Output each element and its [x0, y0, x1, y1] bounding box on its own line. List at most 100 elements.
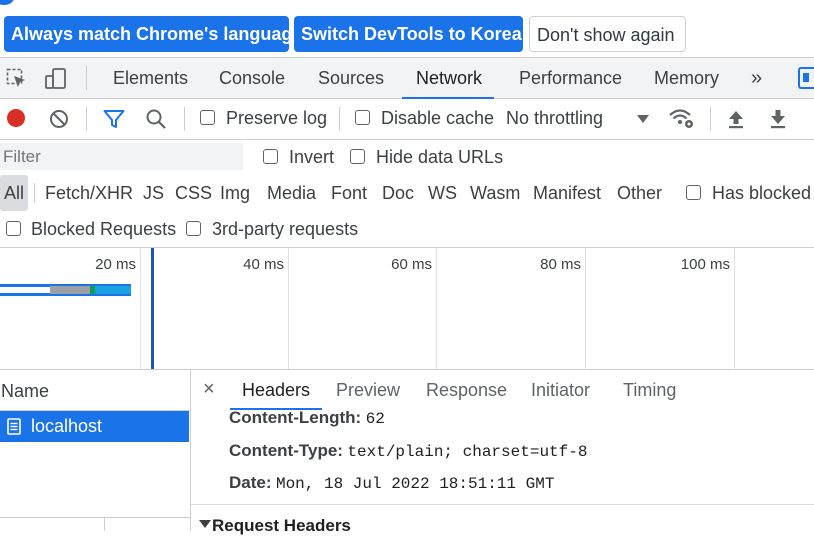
- section-divider: [191, 504, 814, 505]
- type-filter-doc[interactable]: Doc: [382, 175, 414, 211]
- time-tick-label: 20 ms: [95, 256, 136, 273]
- detail-tab-bar: × Headers Preview Response Initiator Tim…: [191, 370, 814, 410]
- tab-divider: [86, 66, 87, 90]
- throttling-select[interactable]: No throttling: [506, 108, 603, 129]
- preserve-log-label: Preserve log: [226, 108, 328, 128]
- hide-data-urls-checkbox[interactable]: [350, 149, 365, 164]
- toolbar-divider: [184, 107, 185, 131]
- info-icon: [0, 0, 14, 5]
- header-value: text/plain; charset=utf-8: [347, 443, 588, 461]
- time-tick-label: 100 ms: [680, 256, 730, 273]
- waterfall-bar: [0, 284, 131, 296]
- third-party-requests-label: 3rd-party requests: [212, 219, 359, 239]
- tab-preview[interactable]: Preview: [336, 370, 400, 410]
- always-match-language-button[interactable]: Always match Chrome's language: [4, 16, 302, 52]
- header-name: Content-Type:: [229, 441, 343, 460]
- status-divider: [0, 517, 190, 518]
- invert-checkbox[interactable]: [263, 149, 278, 164]
- device-toolbar-icon[interactable]: [44, 67, 68, 91]
- dont-show-again-button[interactable]: Don't show again: [529, 16, 686, 52]
- tab-console[interactable]: Console: [219, 58, 285, 98]
- tab-response[interactable]: Response: [426, 370, 507, 410]
- request-headers-section-title[interactable]: Request Headers: [212, 516, 351, 536]
- header-value: Mon, 18 Jul 2022 18:51:11 GMT: [275, 475, 555, 493]
- resource-type-filters: All Fetch/XHR JS CSS Img Media Font Doc …: [0, 175, 814, 211]
- issues-badge-icon[interactable]: [798, 67, 814, 89]
- grid-line: [436, 248, 437, 369]
- type-filter-ws[interactable]: WS: [428, 175, 457, 211]
- toolbar-divider: [339, 107, 340, 131]
- invert-label: Invert: [289, 147, 335, 167]
- document-icon: [7, 418, 21, 435]
- upload-icon[interactable]: [726, 108, 746, 130]
- dom-content-loaded-marker: [151, 248, 154, 369]
- type-filter-font[interactable]: Font: [331, 175, 367, 211]
- blocked-requests-checkbox[interactable]: [6, 221, 21, 236]
- clear-icon[interactable]: [49, 109, 69, 129]
- header-row: Content-Length: 62: [229, 408, 385, 428]
- tab-initiator[interactable]: Initiator: [531, 370, 590, 410]
- search-icon[interactable]: [145, 108, 167, 130]
- type-filter-css[interactable]: CSS: [175, 175, 212, 211]
- header-name: Date:: [229, 473, 272, 492]
- name-column-header[interactable]: Name: [0, 370, 190, 411]
- grid-line: [734, 248, 735, 369]
- filter-icon[interactable]: [103, 109, 125, 129]
- record-icon[interactable]: [7, 109, 25, 127]
- network-conditions-icon[interactable]: [668, 107, 696, 131]
- name-column-label: Name: [1, 381, 50, 401]
- blocked-requests-label: Blocked Requests: [31, 219, 177, 239]
- tab-network[interactable]: Network: [401, 58, 495, 99]
- status-divider: [104, 518, 105, 531]
- has-blocked-cookies-checkbox[interactable]: [686, 185, 701, 200]
- tab-performance[interactable]: Performance: [519, 58, 622, 98]
- close-icon[interactable]: ×: [203, 378, 215, 401]
- tab-timing[interactable]: Timing: [623, 370, 676, 410]
- triangle-down-icon[interactable]: [199, 520, 211, 528]
- time-tick-label: 40 ms: [243, 256, 284, 273]
- grid-line: [288, 248, 289, 369]
- has-blocked-cookies-label: Has blocked: [712, 183, 812, 203]
- type-filter-wasm[interactable]: Wasm: [470, 175, 520, 211]
- tab-elements[interactable]: Elements: [113, 58, 188, 98]
- network-toolbar: Preserve log Disable cache No throttling: [0, 99, 814, 140]
- toolbar-divider: [86, 107, 87, 131]
- chevron-down-icon[interactable]: [637, 115, 649, 123]
- language-banner: Always match Chrome's language Switch De…: [0, 0, 814, 58]
- request-detail-pane: × Headers Preview Response Initiator Tim…: [191, 370, 814, 535]
- type-divider: [34, 183, 35, 203]
- type-filter-other[interactable]: Other: [617, 175, 662, 211]
- third-party-requests-checkbox[interactable]: [186, 221, 201, 236]
- header-name: Content-Length:: [229, 408, 362, 427]
- table-row[interactable]: localhost: [0, 411, 189, 442]
- header-row: Content-Type: text/plain; charset=utf-8: [229, 441, 587, 461]
- type-filter-manifest[interactable]: Manifest: [533, 175, 601, 211]
- type-filter-all[interactable]: All: [0, 175, 29, 211]
- type-filter-js[interactable]: JS: [143, 175, 164, 211]
- type-filter-media[interactable]: Media: [267, 175, 316, 211]
- main-tab-bar: Elements Console Sources Network Perform…: [0, 58, 814, 99]
- toolbar-divider: [710, 107, 711, 131]
- type-filter-fetch-xhr[interactable]: Fetch/XHR: [45, 175, 133, 211]
- grid-line: [140, 248, 141, 369]
- request-name: localhost: [31, 416, 103, 436]
- switch-devtools-language-button[interactable]: Switch DevTools to Korean: [294, 16, 533, 52]
- tab-sources[interactable]: Sources: [318, 58, 384, 98]
- download-icon[interactable]: [768, 108, 788, 130]
- tab-memory[interactable]: Memory: [654, 58, 719, 98]
- inspect-element-icon[interactable]: [6, 68, 28, 90]
- filter-input[interactable]: [0, 143, 243, 170]
- header-row: Date: Mon, 18 Jul 2022 18:51:11 GMT: [229, 473, 554, 493]
- preserve-log-checkbox[interactable]: [200, 110, 215, 125]
- disable-cache-label: Disable cache: [381, 108, 495, 128]
- time-tick-label: 80 ms: [540, 256, 581, 273]
- time-tick-label: 60 ms: [391, 256, 432, 273]
- tab-headers[interactable]: Headers: [229, 370, 323, 410]
- grid-line: [585, 248, 586, 369]
- disable-cache-checkbox[interactable]: [355, 110, 370, 125]
- network-overview[interactable]: 20 ms 40 ms 60 ms 80 ms 100 ms: [0, 248, 814, 370]
- type-filter-img[interactable]: Img: [220, 175, 250, 211]
- hide-data-urls-label: Hide data URLs: [376, 147, 504, 167]
- more-tabs-button[interactable]: »: [751, 58, 762, 98]
- requests-list: Name localhost: [0, 370, 191, 531]
